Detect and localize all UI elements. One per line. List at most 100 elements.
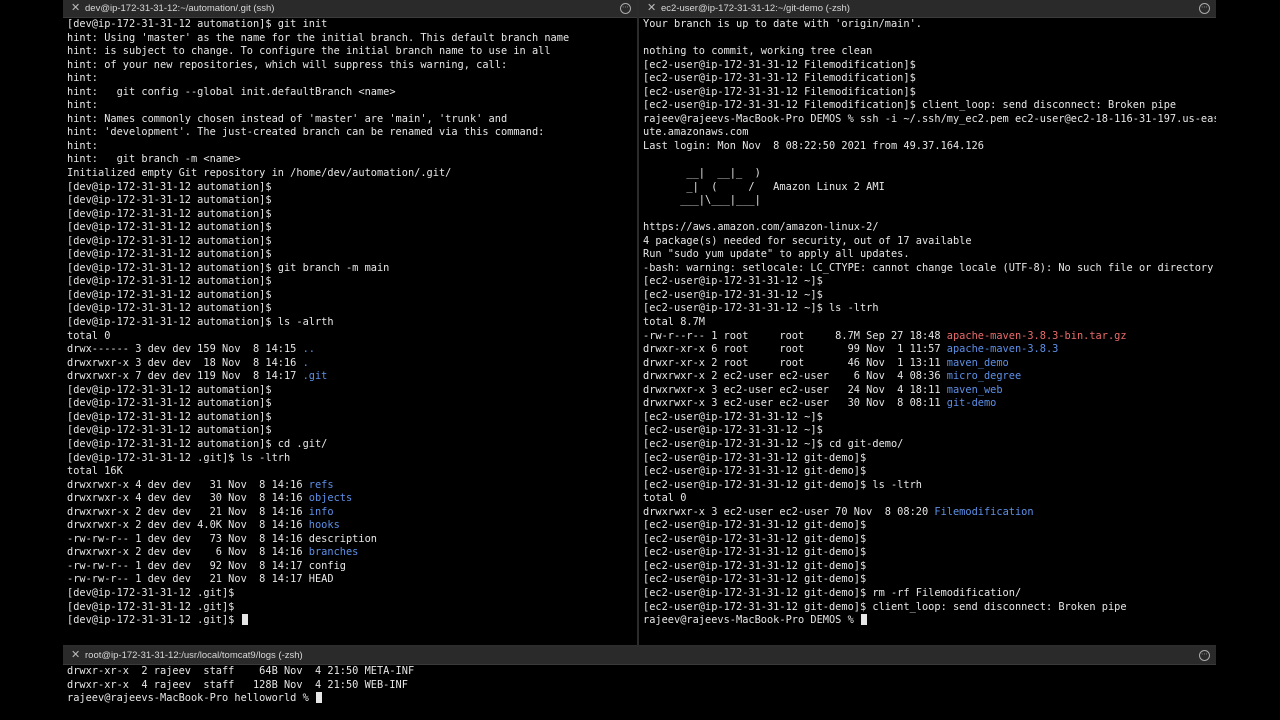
terminal-text: Filemodification bbox=[934, 505, 1034, 518]
terminal-text: [ec2-user@ip-172-31-31-12 git-demo]$ bbox=[643, 559, 867, 572]
terminal-text: objects bbox=[308, 492, 353, 505]
terminal-text: drwx------ 3 dev dev 159 Nov 8 14:15 bbox=[67, 343, 303, 356]
terminal-text: [ec2-user@ip-172-31-31-12 ~]$ ls -ltrh bbox=[643, 302, 879, 315]
terminal-text: hint: git config --global init.defaultBr… bbox=[67, 85, 396, 98]
terminal-line: hint: bbox=[67, 140, 637, 154]
terminal-text: hint: bbox=[67, 99, 98, 112]
menu-icon[interactable]: ⋯ bbox=[1199, 650, 1210, 661]
terminal-text: drwxr-xr-x 6 root root 99 Nov 1 11:57 bbox=[643, 343, 947, 356]
terminal-line: -rw-rw-r-- 1 dev dev 21 Nov 8 14:17 HEAD bbox=[67, 573, 637, 587]
terminal-text: [dev@ip-172-31-31-12 automation]$ bbox=[67, 180, 272, 193]
terminal-line: [ec2-user@ip-172-31-31-12 git-demo]$ bbox=[643, 519, 1216, 533]
terminal-pane-bottom[interactable]: ✕ root@ip-172-31-31-12:/usr/local/tomcat… bbox=[63, 647, 1216, 720]
terminal-line: [ec2-user@ip-172-31-31-12 git-demo]$ bbox=[643, 573, 1216, 587]
terminal-text: drwxr-xr-x 2 rajeev staff 64B Nov 4 21:5… bbox=[67, 665, 415, 677]
terminal-text: ute.amazonaws.com bbox=[643, 126, 749, 139]
terminal-text: __| __|_ ) bbox=[643, 167, 761, 180]
terminal-text: [dev@ip-172-31-31-12 automation]$ bbox=[67, 275, 272, 288]
terminal-text: hint: Using 'master' as the name for the… bbox=[67, 31, 570, 44]
terminal-line: [dev@ip-172-31-31-12 automation]$ bbox=[67, 384, 637, 398]
menu-icon[interactable]: ⋯ bbox=[1199, 3, 1210, 14]
terminal-line: [ec2-user@ip-172-31-31-12 Filemodificati… bbox=[643, 59, 1216, 73]
terminal-text: [ec2-user@ip-172-31-31-12 Filemodificati… bbox=[643, 72, 916, 85]
terminal-line: -rw-rw-r-- 1 dev dev 92 Nov 8 14:17 conf… bbox=[67, 560, 637, 574]
terminal-text: drwxrwxr-x 4 dev dev 30 Nov 8 14:16 bbox=[67, 492, 309, 505]
terminal-text: drwxrwxr-x 2 ec2-user ec2-user 6 Nov 4 0… bbox=[643, 370, 947, 383]
menu-icon[interactable]: ⋯ bbox=[620, 3, 631, 14]
pane-titlebar-bottom[interactable]: ✕ root@ip-172-31-31-12:/usr/local/tomcat… bbox=[63, 647, 1216, 665]
terminal-text: [dev@ip-172-31-31-12 automation]$ bbox=[67, 383, 272, 396]
terminal-text: [ec2-user@ip-172-31-31-12 git-demo]$ bbox=[643, 519, 867, 532]
terminal-text: https://aws.amazon.com/amazon-linux-2/ bbox=[643, 221, 879, 234]
terminal-text: -rw-rw-r-- 1 dev dev 73 Nov 8 14:16 desc… bbox=[67, 532, 377, 545]
terminal-text: Your branch is up to date with 'origin/m… bbox=[643, 18, 922, 30]
terminal-line: total 0 bbox=[643, 492, 1216, 506]
close-icon[interactable]: ✕ bbox=[71, 647, 80, 664]
terminal-text: [dev@ip-172-31-31-12 .git]$ bbox=[67, 600, 235, 613]
terminal-line: drwxrwxr-x 3 dev dev 18 Nov 8 14:16 . bbox=[67, 357, 637, 371]
terminal-text: total 0 bbox=[67, 329, 111, 342]
terminal-text: maven_demo bbox=[946, 356, 1009, 369]
terminal-pane-right[interactable]: ✕ ec2-user@ip-172-31-31-12:~/git-demo (-… bbox=[639, 0, 1216, 645]
terminal-text: ___|\___|___| bbox=[643, 194, 761, 207]
terminal-line: drwxrwxr-x 3 ec2-user ec2-user 30 Nov 8 … bbox=[643, 397, 1216, 411]
terminal-text: [dev@ip-172-31-31-12 automation]$ git in… bbox=[67, 18, 328, 30]
terminal-text: Initialized empty Git repository in /hom… bbox=[67, 167, 452, 180]
terminal-text: drwxr-xr-x 4 rajeev staff 128B Nov 4 21:… bbox=[67, 678, 408, 691]
terminal-line: [dev@ip-172-31-31-12 automation]$ bbox=[67, 194, 637, 208]
terminal-text: [ec2-user@ip-172-31-31-12 Filemodificati… bbox=[643, 85, 916, 98]
terminal-text: hint: git branch -m <name> bbox=[67, 153, 241, 166]
terminal-text: micro_degree bbox=[946, 370, 1022, 383]
terminal-line: drwxr-xr-x 4 rajeev staff 128B Nov 4 21:… bbox=[67, 679, 1216, 693]
terminal-text: git-demo bbox=[946, 397, 997, 410]
terminal-line: Initialized empty Git repository in /hom… bbox=[67, 167, 637, 181]
terminal-text: rajeev@rajeevs-MacBook-Pro DEMOS % ssh -… bbox=[643, 112, 1216, 125]
close-icon[interactable]: ✕ bbox=[647, 0, 656, 17]
close-icon[interactable]: ✕ bbox=[71, 0, 80, 17]
terminal-text: [dev@ip-172-31-31-12 automation]$ bbox=[67, 234, 272, 247]
pane-titlebar-left[interactable]: ✕ dev@ip-172-31-31-12:~/automation/.git … bbox=[63, 0, 637, 18]
pane-title-right: ec2-user@ip-172-31-31-12:~/git-demo (-zs… bbox=[661, 3, 850, 14]
terminal-text: _| ( / Amazon Linux 2 AMI bbox=[643, 180, 885, 193]
terminal-text: 4 package(s) needed for security, out of… bbox=[643, 234, 972, 247]
terminal-line: [ec2-user@ip-172-31-31-12 Filemodificati… bbox=[643, 72, 1216, 86]
terminal-line: [ec2-user@ip-172-31-31-12 ~]$ bbox=[643, 275, 1216, 289]
terminal-line: hint: 'development'. The just-created br… bbox=[67, 126, 637, 140]
terminal-output-right[interactable]: Your branch is up to date with 'origin/m… bbox=[643, 18, 1216, 645]
terminal-line: drwxrwxr-x 2 dev dev 4.0K Nov 8 14:16 ho… bbox=[67, 519, 637, 533]
terminal-text: maven_web bbox=[946, 383, 1003, 396]
terminal-line: hint: git branch -m <name> bbox=[67, 153, 637, 167]
terminal-output-left[interactable]: [dev@ip-172-31-31-12 automation]$ git in… bbox=[67, 18, 637, 645]
terminal-line: [ec2-user@ip-172-31-31-12 git-demo]$ ls … bbox=[643, 479, 1216, 493]
terminal-line: [dev@ip-172-31-31-12 automation]$ bbox=[67, 411, 637, 425]
pane-titlebar-right[interactable]: ✕ ec2-user@ip-172-31-31-12:~/git-demo (-… bbox=[639, 0, 1216, 18]
terminal-text: [dev@ip-172-31-31-12 automation]$ bbox=[67, 207, 272, 220]
terminal-line: drwxrwxr-x 7 dev dev 119 Nov 8 14:17 .gi… bbox=[67, 370, 637, 384]
terminal-text: . bbox=[302, 356, 309, 369]
terminal-text: -rw-r--r-- 1 root root 8.7M Sep 27 18:48 bbox=[643, 329, 947, 342]
terminal-text: branches bbox=[308, 546, 359, 559]
terminal-text: [ec2-user@ip-172-31-31-12 ~]$ bbox=[643, 410, 823, 423]
terminal-line: [dev@ip-172-31-31-12 automation]$ git in… bbox=[67, 18, 637, 32]
terminal-line: rajeev@rajeevs-MacBook-Pro helloworld % bbox=[67, 692, 1216, 706]
terminal-text: [ec2-user@ip-172-31-31-12 Filemodificati… bbox=[643, 99, 1177, 112]
terminal-line: [dev@ip-172-31-31-12 automation]$ bbox=[67, 302, 637, 316]
terminal-text: hint: Names commonly chosen instead of '… bbox=[67, 112, 508, 125]
terminal-line: drwx------ 3 dev dev 159 Nov 8 14:15 .. bbox=[67, 343, 637, 357]
terminal-line: hint: Names commonly chosen instead of '… bbox=[67, 113, 637, 127]
terminal-text: apache-maven-3.8.3-bin.tar.gz bbox=[946, 329, 1127, 342]
terminal-line: total 16K bbox=[67, 465, 637, 479]
terminal-line: drwxrwxr-x 4 dev dev 31 Nov 8 14:16 refs bbox=[67, 479, 637, 493]
terminal-text: Run "sudo yum update" to apply all updat… bbox=[643, 248, 910, 261]
terminal-text: [ec2-user@ip-172-31-31-12 ~]$ bbox=[643, 424, 823, 437]
terminal-line: [dev@ip-172-31-31-12 automation]$ bbox=[67, 221, 637, 235]
terminal-text: [ec2-user@ip-172-31-31-12 git-demo]$ bbox=[643, 573, 867, 586]
terminal-line: [ec2-user@ip-172-31-31-12 git-demo]$ cli… bbox=[643, 601, 1216, 615]
terminal-text: hint: bbox=[67, 72, 98, 85]
terminal-pane-left[interactable]: ✕ dev@ip-172-31-31-12:~/automation/.git … bbox=[63, 0, 637, 645]
terminal-text: [dev@ip-172-31-31-12 automation]$ bbox=[67, 397, 272, 410]
terminal-output-bottom[interactable]: drwxr-xr-x 2 rajeev staff 64B Nov 4 21:5… bbox=[67, 665, 1216, 720]
terminal-text: [ec2-user@ip-172-31-31-12 git-demo]$ cli… bbox=[643, 600, 1127, 613]
terminal-text: [dev@ip-172-31-31-12 .git]$ ls -ltrh bbox=[67, 451, 291, 464]
